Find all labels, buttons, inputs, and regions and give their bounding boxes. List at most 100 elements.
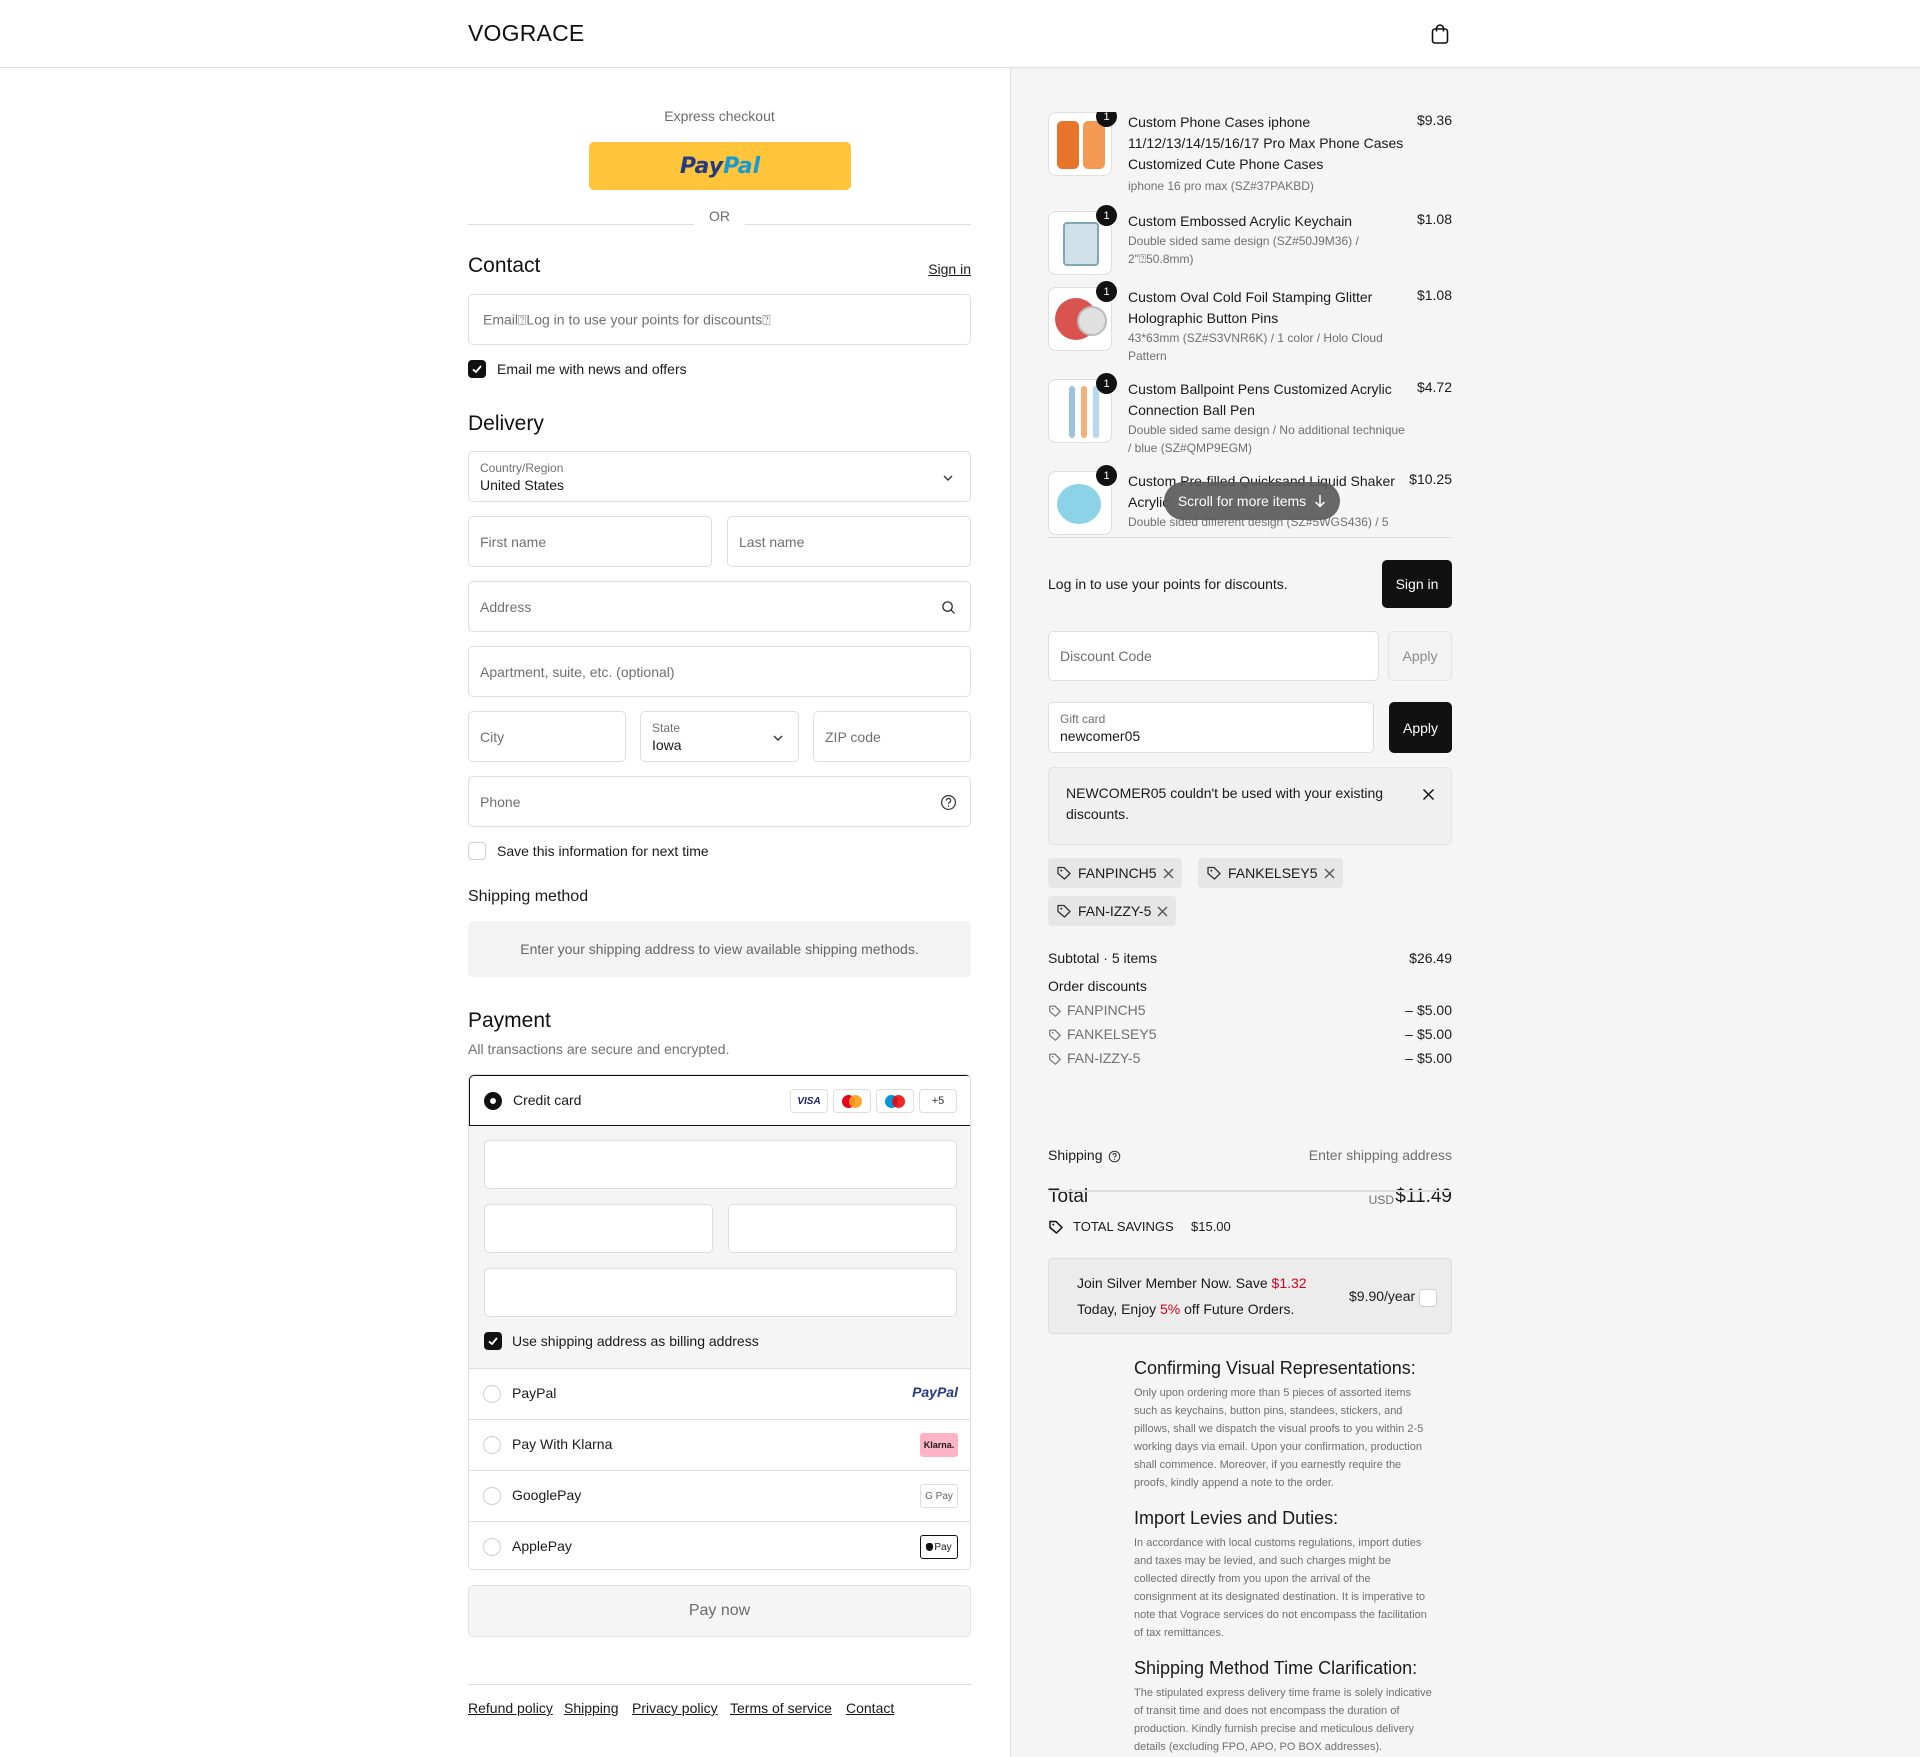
apply-discount-button[interactable]: Apply xyxy=(1388,631,1452,681)
product-image-shape xyxy=(1077,306,1107,336)
item-variant-line: / blue (SZ#QMP9EGM) xyxy=(1128,441,1253,455)
item-name-line: Custom Embossed Acrylic Keychain xyxy=(1128,213,1353,229)
pay-now-button[interactable]: Pay now xyxy=(468,1585,971,1637)
discount-tag: FAN-IZZY-5 xyxy=(1048,896,1177,926)
state-value: Iowa xyxy=(652,737,682,753)
tag-icon xyxy=(1057,904,1071,918)
city-field[interactable]: City xyxy=(468,711,626,762)
discount-tag-label: FANPINCH5 xyxy=(1078,865,1157,881)
help-icon[interactable] xyxy=(1108,1150,1121,1163)
apple-logo-icon xyxy=(926,1543,934,1551)
last-name-field[interactable]: Last name xyxy=(727,516,971,567)
card-name-field[interactable] xyxy=(484,1268,957,1317)
arrow-down-icon xyxy=(1315,495,1326,508)
applepay-option[interactable]: ApplePay Pay xyxy=(469,1521,970,1569)
klarna-option[interactable]: Pay With Klarna Klarna. xyxy=(469,1419,970,1470)
phone-placeholder: Phone xyxy=(480,793,521,810)
discount-code-label: FANPINCH5 xyxy=(1067,1002,1146,1018)
apply-gift-label: Apply xyxy=(1402,719,1439,736)
shipping-method-message: Enter your shipping address to view avai… xyxy=(520,941,919,957)
first-name-field[interactable]: First name xyxy=(468,516,712,567)
terms-link[interactable]: Terms of service xyxy=(730,1700,832,1716)
remove-tag-icon[interactable] xyxy=(1163,868,1174,879)
credit-card-label: Credit card xyxy=(513,1092,582,1108)
tag-icon xyxy=(1049,1005,1061,1017)
info-line: note that Vograce services do not encomp… xyxy=(1134,1609,1427,1621)
quantity-badge: 1 xyxy=(1096,281,1117,302)
contact-heading: Contact xyxy=(468,254,541,277)
contact-link[interactable]: Contact xyxy=(846,1700,894,1716)
discount-code-field[interactable]: Discount Code xyxy=(1048,631,1379,681)
summary-sign-in-button[interactable]: Sign in xyxy=(1382,560,1452,608)
quantity-badge: 1 xyxy=(1096,112,1117,127)
shipping-policy-link[interactable]: Shipping xyxy=(564,1700,619,1716)
save-info-checkbox[interactable] xyxy=(468,842,486,860)
apply-label: Apply xyxy=(1402,648,1438,664)
gift-card-field[interactable]: Gift card newcomer05 xyxy=(1048,702,1374,753)
privacy-policy-link[interactable]: Privacy policy xyxy=(632,1700,718,1716)
card-expiry-field[interactable] xyxy=(484,1204,713,1253)
klarna-radio[interactable] xyxy=(483,1436,501,1454)
klarna-logo-text: Klarna. xyxy=(923,1440,955,1450)
card-cvv-field[interactable] xyxy=(728,1204,957,1253)
paypal-express-button[interactable]: Pay Pal xyxy=(589,142,851,190)
address-field[interactable]: Address xyxy=(468,581,971,632)
tag-icon xyxy=(1049,1053,1061,1065)
news-checkbox[interactable] xyxy=(468,360,486,378)
email-field[interactable]: Email⍰Log in to use your points for disc… xyxy=(468,294,971,345)
payment-subtitle: All transactions are secure and encrypte… xyxy=(468,1041,730,1057)
scroll-for-more-button[interactable]: Scroll for more items xyxy=(1164,482,1340,520)
refund-policy-link[interactable]: Refund policy xyxy=(468,1700,553,1716)
member-text: off Future Orders. xyxy=(1180,1301,1295,1317)
state-label: State xyxy=(652,721,681,735)
phone-field[interactable]: Phone xyxy=(468,776,971,827)
credit-card-radio[interactable] xyxy=(484,1092,502,1110)
cart-items-list: 1 Custom Phone Cases iphone 11/12/13/14/… xyxy=(1048,112,1452,538)
chevron-down-icon xyxy=(773,735,783,741)
country-select[interactable]: Country/Region United States xyxy=(468,451,971,502)
googlepay-radio[interactable] xyxy=(483,1487,501,1505)
paypal-label: PayPal xyxy=(512,1385,557,1401)
applepay-logo-text: Pay xyxy=(934,1541,952,1553)
discount-error-notice: NEWCOMER05 couldn't be used with your ex… xyxy=(1048,767,1452,845)
discount-tag: FANPINCH5 xyxy=(1048,858,1182,888)
product-image-shape xyxy=(1069,386,1075,438)
gift-card-value: newcomer05 xyxy=(1060,728,1141,744)
cart-item: 1 Custom Oval Cold Foil Stamping Glitter… xyxy=(1048,281,1452,375)
shipping-row: Shipping Enter shipping address xyxy=(1048,1147,1452,1163)
item-variant-line: Double sided same design (SZ#50J9M36) / xyxy=(1128,234,1359,248)
discount-code-label: FAN-IZZY-5 xyxy=(1067,1050,1141,1066)
state-select[interactable]: State Iowa xyxy=(640,711,799,762)
visa-logo-text: VISA xyxy=(797,1095,821,1107)
card-number-field[interactable] xyxy=(484,1140,957,1189)
paypal-option[interactable]: PayPal PayPal xyxy=(469,1368,970,1419)
shipping-method-box: Enter your shipping address to view avai… xyxy=(468,921,971,977)
remove-tag-icon[interactable] xyxy=(1157,906,1168,917)
info-line: Only upon ordering more than 5 pieces of… xyxy=(1134,1387,1411,1399)
help-icon[interactable] xyxy=(940,794,957,811)
googlepay-logo-text: G Pay xyxy=(925,1490,953,1502)
member-discount-percent: 5% xyxy=(1160,1301,1181,1317)
apartment-field[interactable]: Apartment, suite, etc. (optional) xyxy=(468,646,971,697)
info-line: proofs, kindly append a note to the orde… xyxy=(1134,1477,1334,1489)
discount-code-label: FANKELSEY5 xyxy=(1067,1026,1157,1042)
info-import-duties: Import Levies and Duties: In accordance … xyxy=(1134,1508,1452,1642)
googlepay-option[interactable]: GooglePay G Pay xyxy=(469,1470,970,1521)
apply-gift-card-button[interactable]: Apply xyxy=(1389,702,1452,753)
remove-tag-icon[interactable] xyxy=(1324,868,1335,879)
zip-field[interactable]: ZIP code xyxy=(813,711,971,762)
shipping-label: Shipping xyxy=(1048,1147,1103,1163)
shopping-bag-icon[interactable] xyxy=(1428,22,1452,46)
discount-tag-label: FANKELSEY5 xyxy=(1228,865,1318,881)
brand-logo[interactable]: VOGRACE xyxy=(468,20,584,47)
info-line: such as keychains, button pins, standees… xyxy=(1134,1405,1403,1417)
discount-amount: – $5.00 xyxy=(1405,1050,1452,1066)
applepay-radio[interactable] xyxy=(483,1538,501,1556)
close-icon[interactable] xyxy=(1422,788,1435,801)
billing-same-checkbox[interactable] xyxy=(484,1332,502,1350)
contact-sign-in-link[interactable]: Sign in xyxy=(928,261,971,277)
paypal-radio[interactable] xyxy=(483,1385,501,1403)
product-image-shape xyxy=(1081,386,1087,438)
credit-card-option[interactable]: Credit card VISA +5 xyxy=(469,1075,970,1126)
member-checkbox[interactable] xyxy=(1419,1289,1437,1307)
